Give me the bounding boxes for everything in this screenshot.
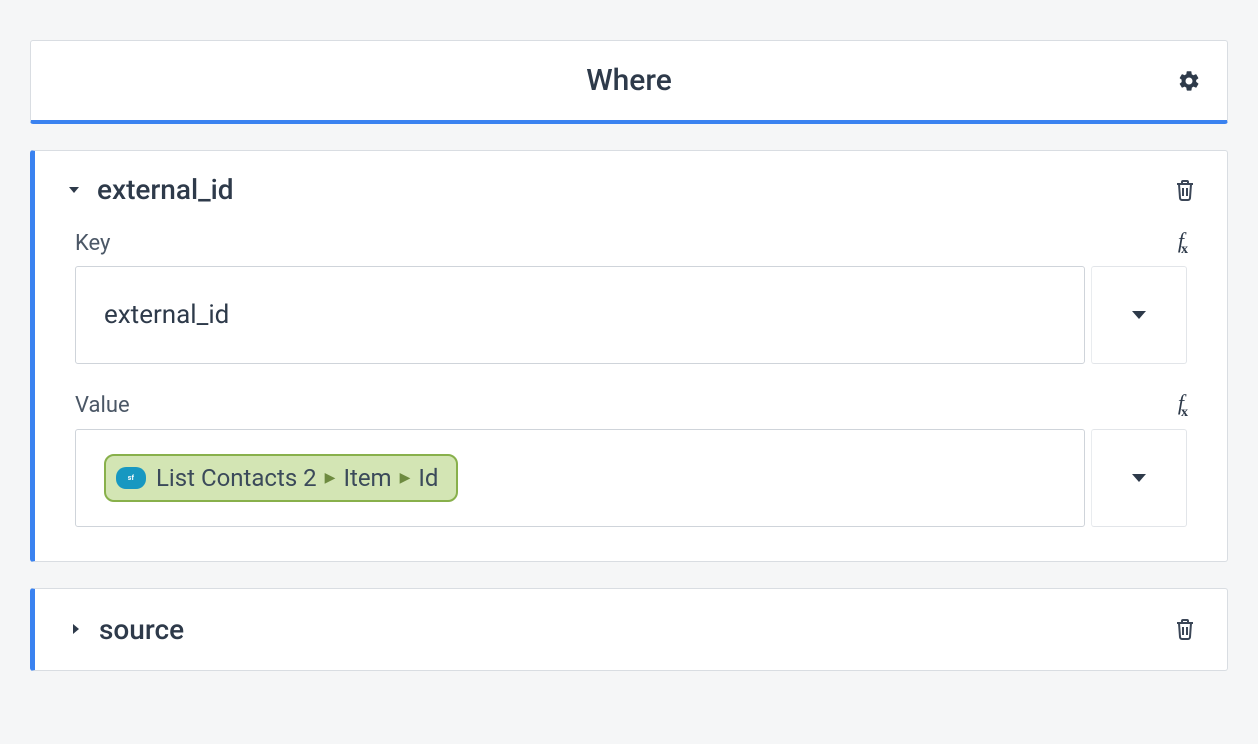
section-header[interactable]: external_id [35, 151, 1227, 218]
section-title: external_id [97, 173, 234, 206]
value-label: Value [75, 393, 130, 418]
trash-icon[interactable] [1171, 176, 1199, 204]
key-label: Key [75, 231, 110, 256]
key-input[interactable]: external_id [75, 266, 1085, 364]
where-title: Where [586, 63, 672, 98]
chevron-right-icon[interactable] [63, 616, 89, 642]
gear-icon[interactable] [1175, 67, 1203, 95]
salesforce-icon: sf [116, 467, 146, 489]
trash-icon[interactable] [1171, 615, 1199, 643]
section-source: source [30, 588, 1228, 671]
section-title: source [99, 613, 184, 646]
chevron-right-icon: ▶ [400, 470, 411, 486]
section-external-id: external_id Key fx external_id [30, 150, 1228, 562]
value-dropdown-button[interactable] [1091, 429, 1187, 527]
chevron-down-icon[interactable] [61, 177, 87, 203]
section-body: Key fx external_id Value fx sf [35, 218, 1227, 561]
fx-icon[interactable]: fx [1178, 390, 1187, 420]
value-pill[interactable]: sf List Contacts 2 ▶ Item ▶ Id [104, 454, 458, 502]
pill-part-0: List Contacts 2 [156, 464, 317, 492]
key-dropdown-button[interactable] [1091, 266, 1187, 364]
value-input[interactable]: sf List Contacts 2 ▶ Item ▶ Id [75, 429, 1085, 527]
caret-down-icon [1132, 474, 1146, 482]
pill-part-1: Item [343, 464, 391, 492]
where-header-panel: Where [30, 40, 1228, 124]
chevron-right-icon: ▶ [325, 470, 336, 486]
pill-part-2: Id [418, 464, 438, 492]
section-header[interactable]: source [35, 589, 1227, 670]
fx-icon[interactable]: fx [1178, 228, 1187, 258]
key-field-row: Key fx external_id [75, 228, 1187, 364]
value-field-row: Value fx sf List Contacts 2 ▶ Item ▶ Id [75, 390, 1187, 526]
key-input-value: external_id [104, 300, 229, 330]
caret-down-icon [1132, 311, 1146, 319]
